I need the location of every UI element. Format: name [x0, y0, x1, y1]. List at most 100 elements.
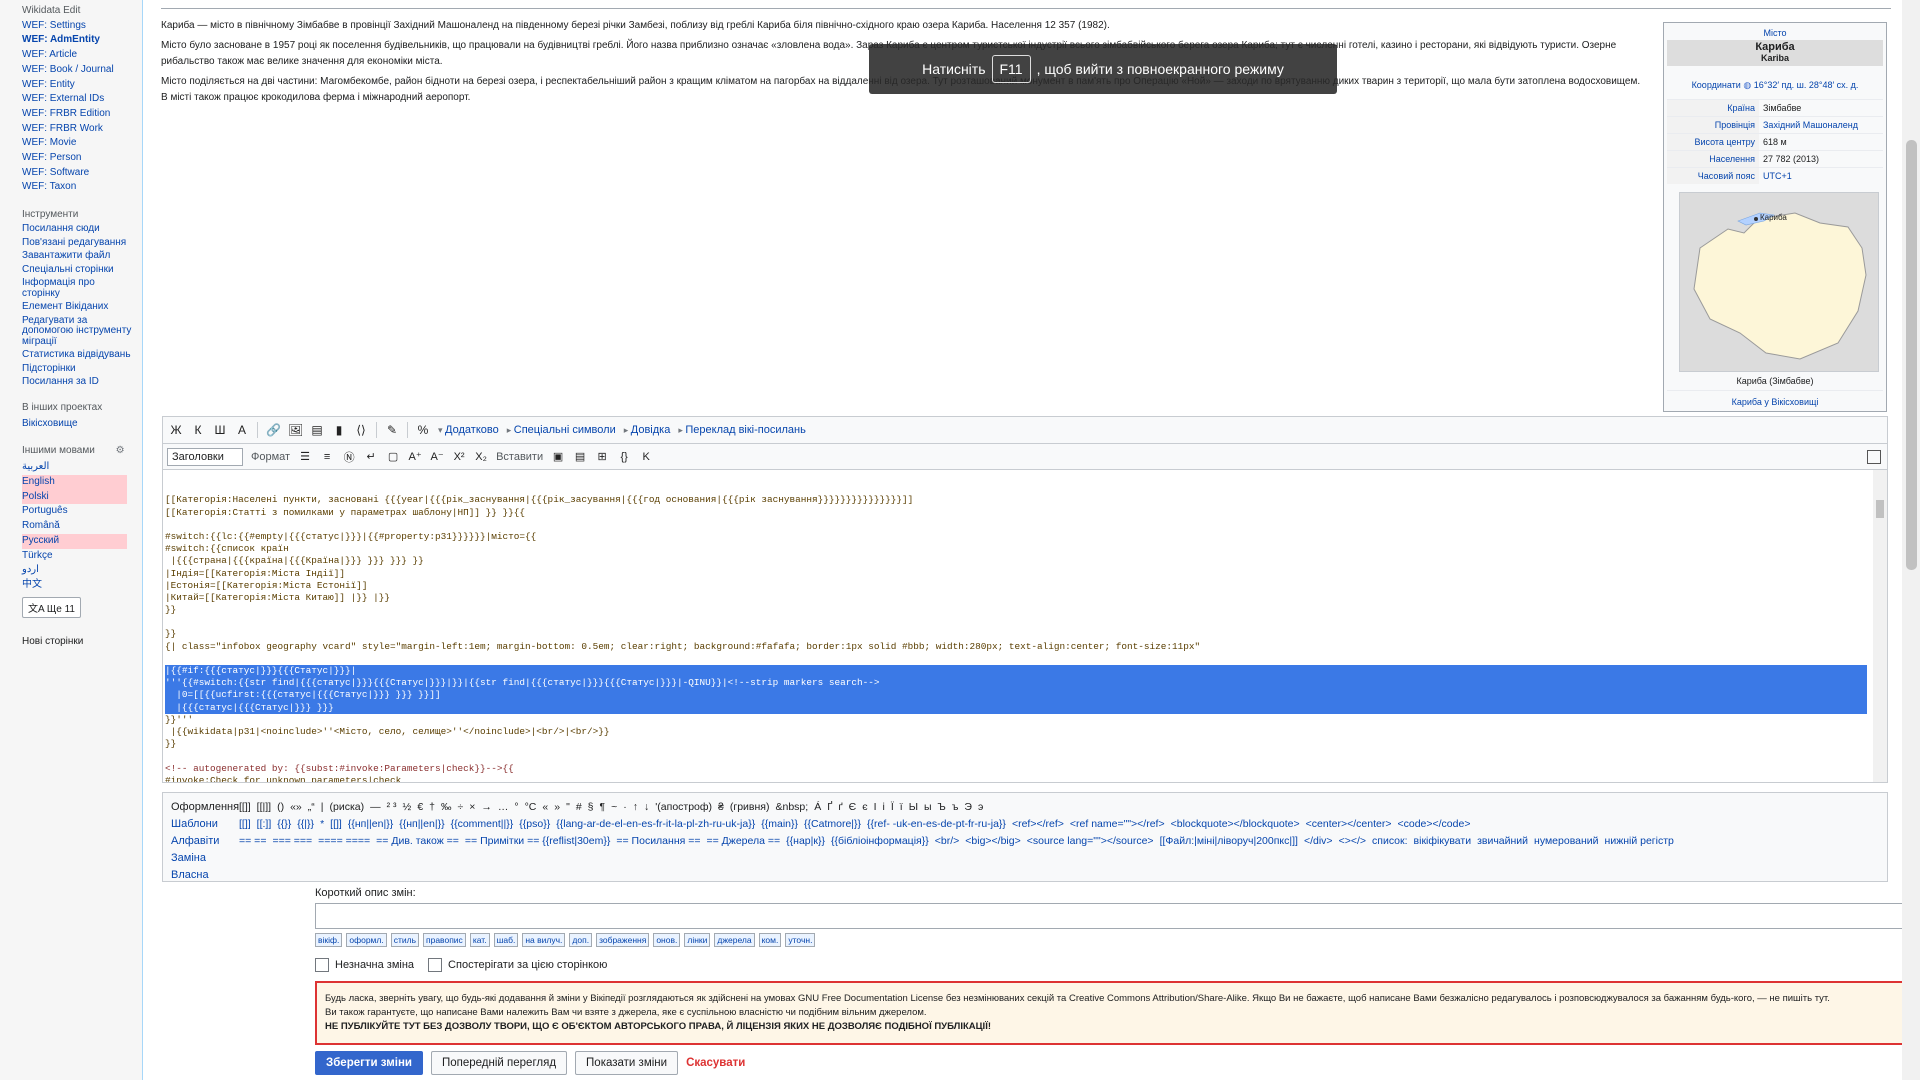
char-insert-item[interactable]: ъ [952, 801, 959, 813]
more-languages-button[interactable]: 文A Ще 11 [22, 596, 81, 618]
sidebar-link[interactable]: WEF: FRBR Edition [22, 107, 142, 122]
quick-summary-tag[interactable]: зображення [596, 933, 650, 947]
tool-link[interactable]: Посилання сюди [22, 224, 134, 235]
quick-summary-tag[interactable]: кат. [469, 933, 490, 947]
sidebar-link[interactable]: WEF: AdmEntity [22, 33, 142, 48]
char-insert-item[interactable]: Ы [909, 801, 918, 813]
char-insert-item[interactable]: Á [814, 801, 821, 813]
page-scrollbar[interactable] [1902, 0, 1920, 1080]
char-insert-item[interactable]: {{ref- -uk-en-es-de-pt-fr-ru-ja}} [867, 818, 1006, 830]
sidebar-link[interactable]: WEF: Movie [22, 136, 142, 151]
char-insert-item[interactable]: і [883, 801, 885, 813]
percent-icon[interactable]: % [416, 423, 430, 437]
char-insert-item[interactable]: вікіфікувати [1414, 835, 1472, 847]
tool-link[interactable]: Редагувати за допомогою інструменту мігр… [22, 315, 134, 348]
char-insert-item[interactable]: ‰ [441, 801, 452, 813]
infobox-type[interactable]: Місто [1667, 26, 1883, 40]
superscript-icon[interactable]: X² [452, 451, 466, 463]
char-insert-item[interactable]: Є [849, 801, 857, 813]
coords-value[interactable]: 16°32′ пд. ш. 28°48′ сх. д. [1754, 80, 1859, 90]
language-link[interactable]: Română [22, 519, 127, 534]
char-insert-item[interactable]: ½ [403, 801, 412, 813]
nowiki-icon[interactable]: ⟨⟩ [354, 423, 368, 437]
sidebar-link[interactable]: WEF: External IDs [22, 92, 142, 107]
char-insert-item[interactable]: {{comment||}} [451, 818, 514, 830]
char-insert-item[interactable]: ы [924, 801, 932, 813]
coords-label[interactable]: Координати [1692, 80, 1741, 90]
tool-link[interactable]: Пов'язані редагування [22, 237, 134, 249]
code-scrollbar[interactable] [1873, 470, 1887, 782]
char-category-tab[interactable]: Оформлення [171, 801, 239, 813]
watch-page-checkbox[interactable] [428, 958, 443, 972]
char-insert-item[interactable]: == == [239, 835, 266, 847]
char-insert-item[interactable]: звичайний [1477, 835, 1528, 847]
char-insert-item[interactable]: нижній регістр [1605, 835, 1674, 847]
char-insert-item[interactable]: ↑ [633, 801, 638, 813]
char-insert-item[interactable]: == Примітки == {{reflist|30em}} [465, 835, 610, 847]
bullet-list-icon[interactable]: ☰ [298, 450, 312, 463]
char-category-tab[interactable]: Заміна [171, 852, 206, 864]
char-insert-item[interactable]: == Джерела == [707, 835, 781, 847]
underline-icon[interactable]: Ш [213, 423, 227, 437]
tool-link[interactable]: Підсторінки [22, 363, 134, 375]
char-insert-item[interactable]: [[]] [239, 801, 251, 813]
search-icon[interactable] [1867, 449, 1881, 464]
preview-button[interactable]: Попередній перегляд [430, 1051, 568, 1075]
sidebar-link[interactable]: WEF: FRBR Work [22, 122, 142, 137]
tool-link[interactable]: Завантажити файл [22, 251, 134, 262]
char-insert-item[interactable]: Ї [891, 801, 894, 813]
nowiki-icon[interactable]: Ⓝ [342, 449, 356, 465]
show-changes-button[interactable]: Показати зміни [575, 1051, 679, 1075]
char-insert-item[interactable]: {{Catmore|}} [804, 818, 861, 830]
char-insert-item[interactable]: {{бібліоінформація}} [831, 835, 929, 847]
toolbar-tab[interactable]: Переклад вікі-посилань [678, 424, 805, 436]
char-insert-item[interactable]: [[]] [239, 818, 251, 830]
toolbar-tab[interactable]: Довідка [624, 424, 671, 436]
char-insert-item[interactable]: → [481, 801, 492, 813]
search-replace-icon[interactable]: K [639, 451, 653, 463]
quick-summary-tag[interactable]: оформл. [346, 933, 387, 947]
language-link[interactable]: Русский [22, 533, 127, 549]
char-insert-item[interactable]: € [417, 801, 423, 813]
sidebar-link[interactable]: WEF: Person [22, 151, 142, 166]
char-insert-item[interactable]: <ref></ref> [1012, 818, 1064, 830]
char-insert-item[interactable]: &nbsp; [775, 801, 808, 813]
char-insert-item[interactable]: « [542, 801, 548, 813]
code-textarea[interactable]: [[Категорія:Населені пункти, засновані {… [163, 470, 1887, 782]
language-link[interactable]: 中文 [22, 578, 127, 593]
gear-icon[interactable]: ⚙ [116, 445, 125, 456]
char-category-tab[interactable]: Власна [171, 869, 209, 881]
template-icon[interactable]: {} [617, 451, 631, 463]
gallery-icon[interactable]: ▣ [551, 450, 565, 463]
language-link[interactable]: اردو [22, 563, 127, 578]
image-icon[interactable]: 🖼 [288, 423, 303, 437]
char-insert-item[interactable]: † [429, 801, 435, 813]
char-insert-item[interactable]: °C [525, 801, 537, 813]
char-insert-item[interactable]: Э [964, 801, 972, 813]
sidebar-link[interactable]: WEF: Settings [22, 19, 142, 34]
new-pages-link[interactable]: Нові сторінки [22, 636, 142, 647]
watch-page-option[interactable]: Спостерігати за цією сторінкою [428, 958, 607, 972]
strike-icon[interactable]: A [235, 423, 249, 437]
char-insert-item[interactable]: ↓ [644, 801, 649, 813]
comment-icon[interactable]: ▢ [386, 450, 400, 463]
char-insert-item[interactable]: [[:]] [257, 818, 272, 830]
char-insert-item[interactable]: === === [272, 835, 312, 847]
bold-icon[interactable]: Ж [169, 423, 183, 437]
char-insert-item[interactable]: І [874, 801, 877, 813]
char-insert-item[interactable]: '(апостроф) [655, 801, 712, 813]
char-insert-item[interactable]: [[]] [330, 818, 342, 830]
quick-summary-tag[interactable]: шаб. [493, 933, 519, 947]
char-insert-item[interactable]: · [623, 801, 627, 813]
quick-summary-tag[interactable]: стиль [390, 933, 419, 947]
char-insert-item[interactable]: (риска) [330, 801, 365, 813]
char-insert-item[interactable]: {{}} [277, 818, 291, 830]
quick-summary-tag[interactable]: ком. [758, 933, 782, 947]
toolbar-tab[interactable]: Додатково [438, 424, 499, 436]
tool-link[interactable]: Спеціальні сторінки [22, 264, 134, 276]
char-insert-item[interactable]: × [469, 801, 475, 813]
language-link[interactable]: Português [22, 504, 127, 519]
char-insert-item[interactable]: * [320, 818, 324, 830]
char-insert-item[interactable]: <code></code> [1397, 818, 1470, 830]
char-insert-item[interactable]: {{main}} [761, 818, 798, 830]
